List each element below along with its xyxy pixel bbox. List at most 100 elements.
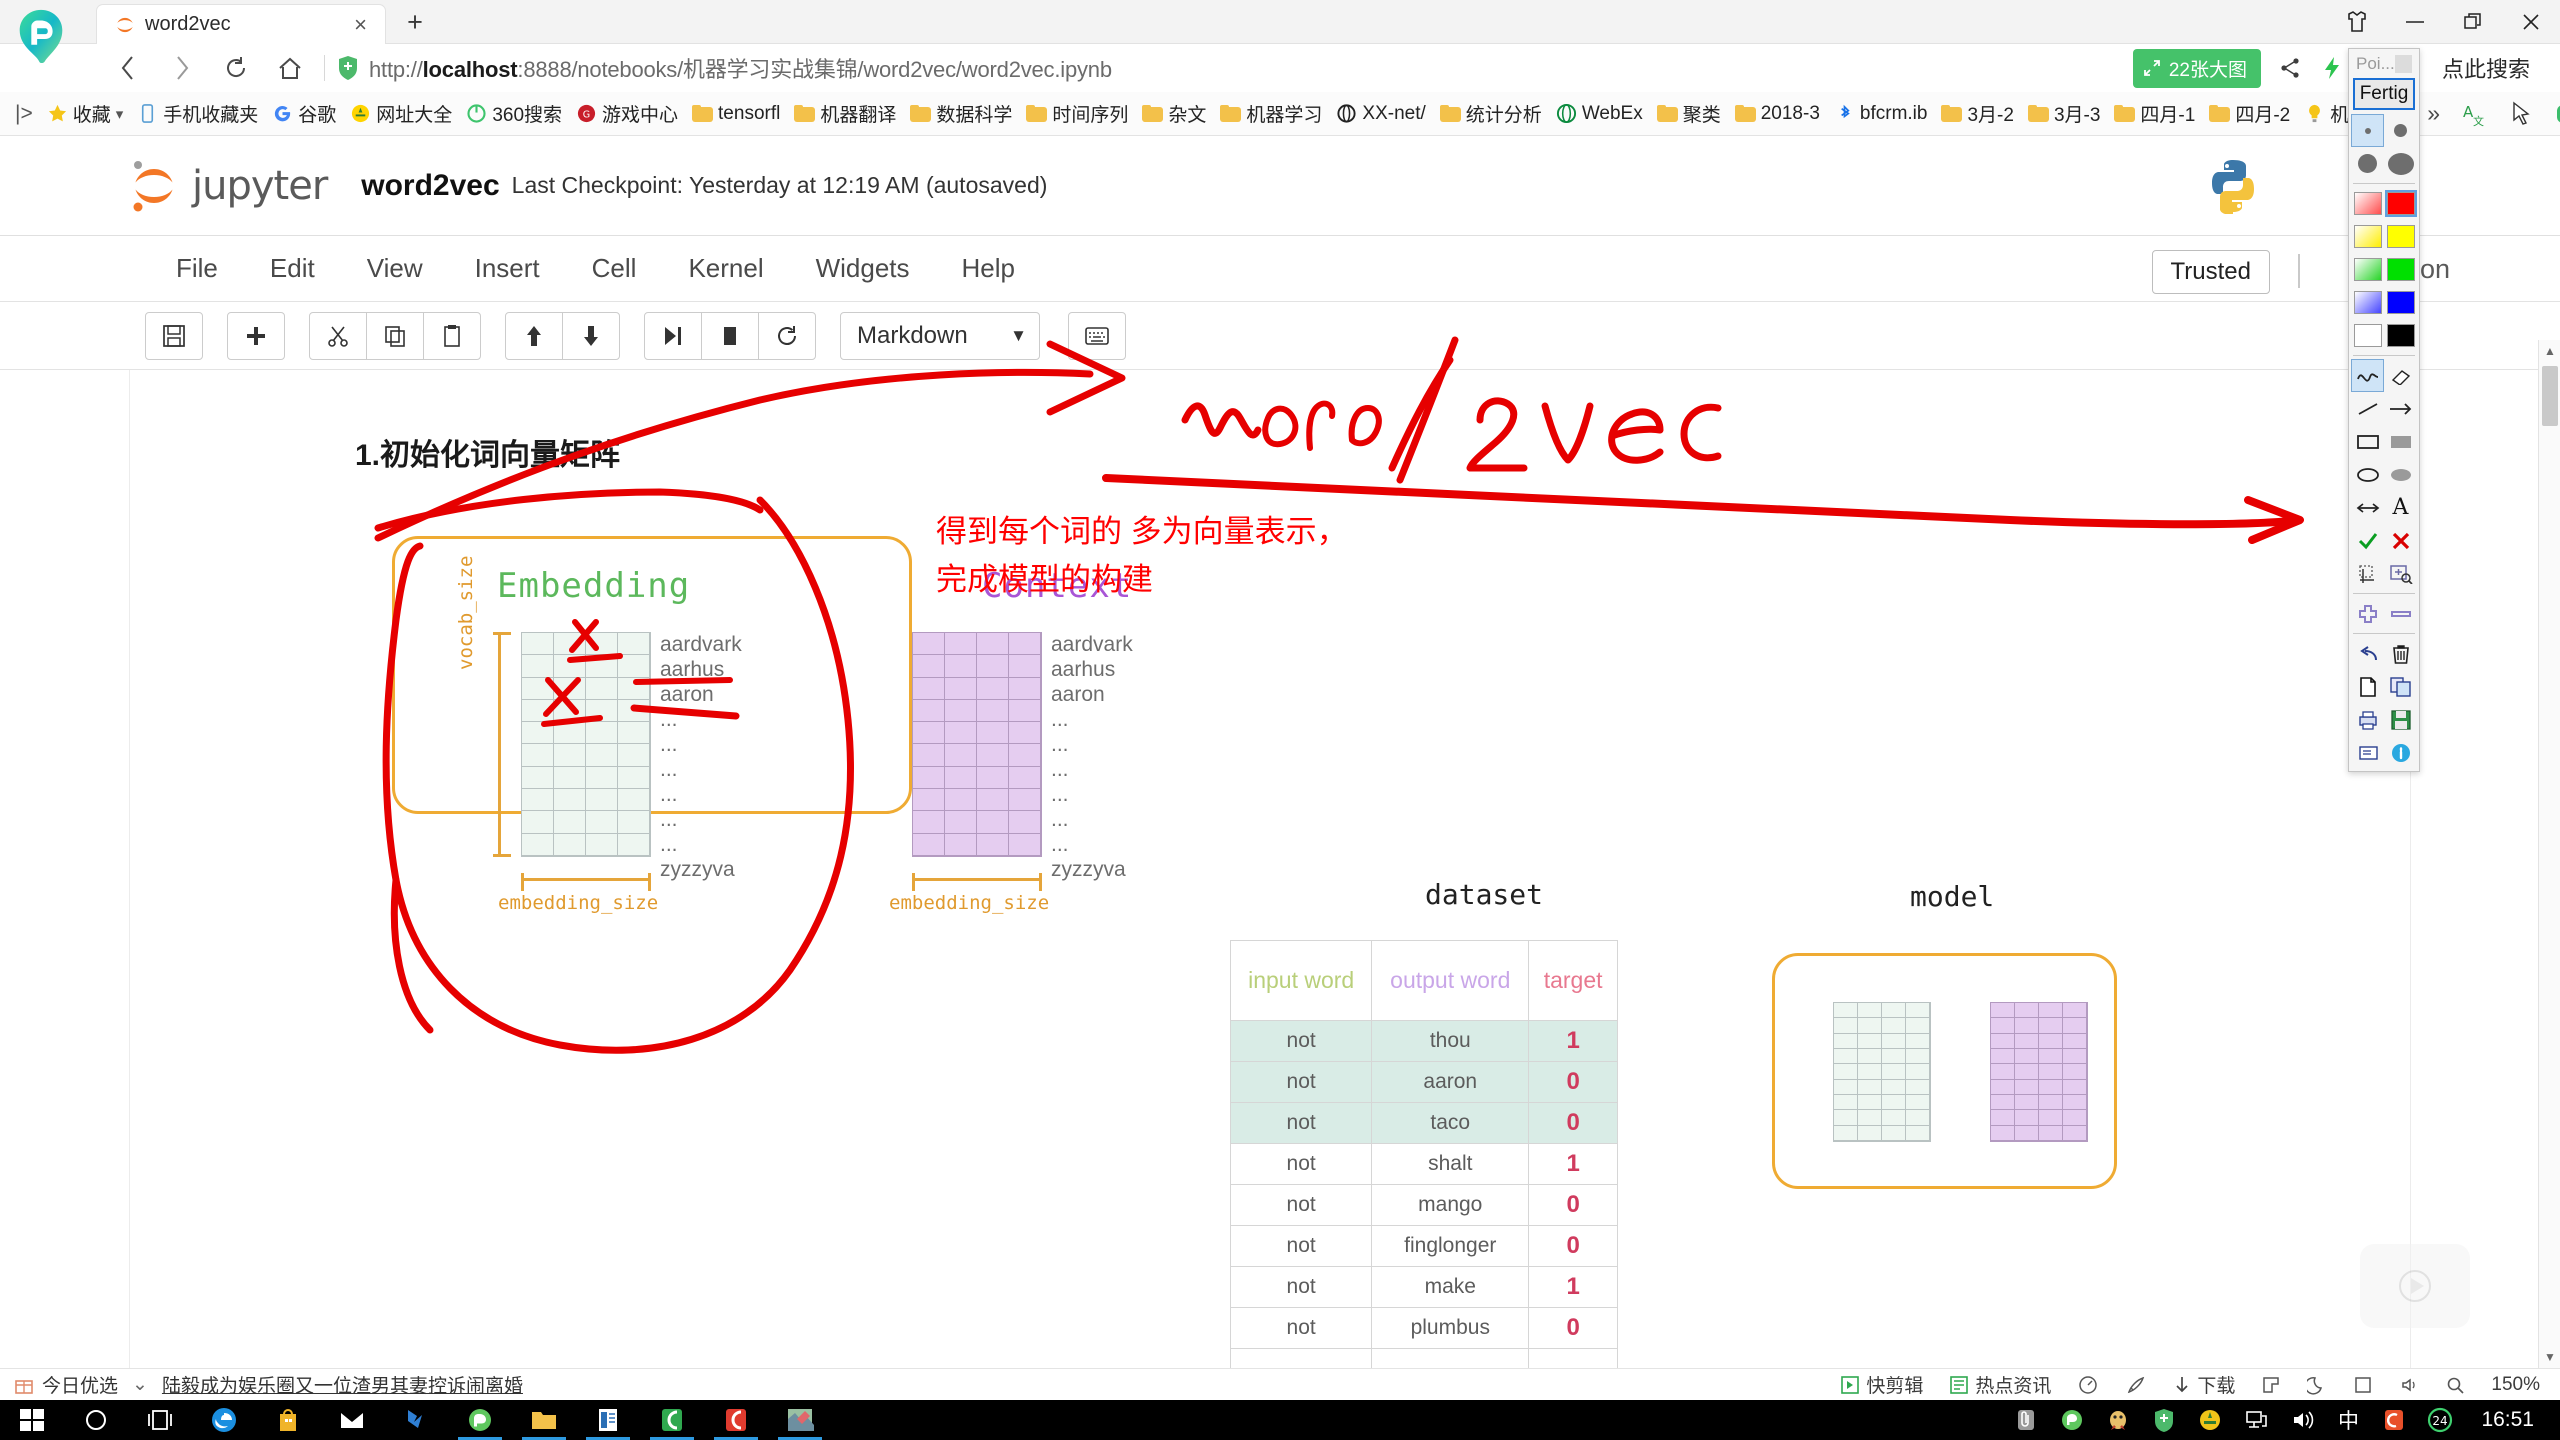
zoom-in-icon[interactable] [2351, 597, 2384, 630]
bookmark-item[interactable]: 四月-1 [2107, 97, 2202, 130]
status-item-window[interactable] [2261, 1375, 2281, 1395]
chevron-down-icon[interactable]: ▾ [116, 105, 124, 123]
bookmark-item[interactable]: 谷歌 [265, 97, 343, 130]
chrome-c-taskbar-icon[interactable] [704, 1400, 768, 1440]
close-window-button[interactable] [2502, 0, 2560, 44]
browser-tab[interactable]: word2vec × [96, 4, 386, 44]
bookmark-item[interactable]: XX-net/ [1329, 100, 1432, 128]
new-page-icon[interactable] [2351, 670, 2384, 703]
reload-button[interactable] [214, 46, 258, 90]
cell-type-select[interactable]: Markdown ▼ [840, 311, 1040, 360]
bookmark-item[interactable]: 聚类 [1650, 97, 1728, 130]
qq-tray-icon[interactable] [2097, 1400, 2139, 1440]
bookmark-item[interactable]: 机器学习 [1213, 97, 1329, 130]
menu-cell[interactable]: Cell [566, 245, 663, 292]
edge-tray-icon[interactable] [2051, 1400, 2093, 1440]
theme-shirt-icon[interactable] [2328, 0, 2386, 44]
zoom-out-icon[interactable] [2384, 597, 2417, 630]
delete-icon[interactable] [2384, 637, 2417, 670]
news-headline-link[interactable]: 陆毅成为娱乐圈又一位渣男其妻控诉闹离婚 [162, 1371, 523, 1398]
menu-help[interactable]: Help [936, 245, 1041, 292]
scroll-down-arrow-icon[interactable]: ▼ [2539, 1346, 2560, 1368]
bookmark-item[interactable]: 四月-2 [2202, 97, 2297, 130]
promo-label[interactable]: 今日优选 [42, 1371, 118, 1398]
brush-size-s-button[interactable] [2384, 114, 2417, 147]
print-icon[interactable] [2351, 703, 2384, 736]
bookmark-item[interactable]: 3月-2 [1934, 97, 2020, 130]
status-item-news[interactable]: 热点资讯 [1949, 1371, 2051, 1398]
ime-tray-icon[interactable]: 中 [2327, 1400, 2369, 1440]
share-icon[interactable] [2271, 48, 2309, 88]
line-icon[interactable] [2351, 392, 2384, 425]
cross-icon[interactable] [2384, 524, 2417, 557]
bookmark-item[interactable]: 收藏 ▾ [40, 97, 131, 130]
scroll-up-arrow-icon[interactable]: ▲ [2539, 340, 2560, 362]
close-tab-icon[interactable]: × [350, 13, 371, 36]
lightning-icon[interactable] [2313, 48, 2351, 88]
forward-button[interactable] [160, 46, 204, 90]
note-taskbar-icon[interactable] [576, 1400, 640, 1440]
search-hint-label[interactable]: 点此搜索 [2426, 52, 2546, 84]
bookmarks-expand-icon[interactable]: |> [8, 99, 40, 129]
insert-cell-button[interactable] [227, 311, 285, 360]
cursor-pointer-icon[interactable] [2502, 94, 2540, 134]
calc-taskbar-icon[interactable] [640, 1400, 704, 1440]
drawing-tool-palette[interactable]: Poi... Fertig A [2348, 48, 2420, 772]
jupyter-wordmark[interactable]: jupyter [192, 163, 328, 209]
status-item-night-mode[interactable] [2307, 1375, 2327, 1395]
360-tray-icon[interactable] [2189, 1400, 2231, 1440]
ellipse-outline-icon[interactable] [2351, 458, 2384, 491]
calendar-tray-icon[interactable]: 24 [2419, 1400, 2461, 1440]
notebook-name[interactable]: word2vec [361, 169, 499, 203]
bookmark-item[interactable]: 数据科学 [903, 97, 1019, 130]
bookmark-item[interactable]: 机器翻译 [787, 97, 903, 130]
minimize-window-button[interactable] [2386, 0, 2444, 44]
status-item-volume[interactable] [2399, 1375, 2419, 1395]
stop-kernel-button[interactable] [701, 311, 759, 360]
capture-extension-icon[interactable] [2550, 94, 2560, 134]
scrollbar-thumb[interactable] [2542, 366, 2558, 426]
bookmark-item[interactable]: 杂文 [1135, 97, 1213, 130]
color-light-yellow-swatch[interactable] [2351, 220, 2384, 253]
menu-file[interactable]: File [150, 245, 244, 292]
color-light-green-swatch[interactable] [2351, 253, 2384, 286]
bookmark-item[interactable]: 统计分析 [1433, 97, 1549, 130]
image-count-badge[interactable]: 22张大图 [2132, 48, 2261, 88]
translate-extension-icon[interactable]: A文 [2454, 94, 2492, 134]
color-red-swatch[interactable] [2384, 187, 2417, 220]
new-tab-button[interactable]: + [398, 5, 432, 39]
mail-taskbar-icon[interactable] [320, 1400, 384, 1440]
move-cell-down-button[interactable] [562, 311, 620, 360]
color-blue-swatch[interactable] [2384, 286, 2417, 319]
move-cell-up-button[interactable] [505, 311, 563, 360]
restart-kernel-button[interactable] [758, 311, 816, 360]
copy-cell-button[interactable] [366, 311, 424, 360]
sogou-tray-icon[interactable] [2373, 1400, 2415, 1440]
color-light-red-swatch[interactable] [2351, 187, 2384, 220]
volume-tray-icon[interactable] [2281, 1400, 2323, 1440]
restore-window-button[interactable] [2444, 0, 2502, 44]
text-icon[interactable]: A [2384, 491, 2417, 524]
bookmark-item[interactable]: G 游戏中心 [569, 97, 685, 130]
floating-video-player[interactable] [2360, 1244, 2470, 1328]
paste-cell-button[interactable] [423, 311, 481, 360]
status-item-search[interactable] [2445, 1375, 2465, 1395]
save-button[interactable] [145, 311, 203, 360]
rectangle-outline-icon[interactable] [2351, 425, 2384, 458]
cortana-search-button[interactable] [64, 1400, 128, 1440]
check-icon[interactable] [2351, 524, 2384, 557]
clip-tray-icon[interactable] [2005, 1400, 2047, 1440]
menu-kernel[interactable]: Kernel [662, 245, 789, 292]
start-button[interactable] [0, 1400, 64, 1440]
menu-insert[interactable]: Insert [449, 245, 566, 292]
network-tray-icon[interactable] [2235, 1400, 2277, 1440]
note-icon[interactable] [2351, 736, 2384, 769]
color-white-swatch[interactable] [2351, 319, 2384, 352]
bookmark-item[interactable]: bfcrm.ib [1827, 100, 1935, 128]
brush-size-xs-button[interactable] [2351, 114, 2384, 147]
menu-widgets[interactable]: Widgets [790, 245, 936, 292]
eraser-icon[interactable] [2384, 359, 2417, 392]
keyboard-shortcuts-button[interactable] [1068, 311, 1126, 360]
color-yellow-swatch[interactable] [2384, 220, 2417, 253]
taskbar-clock[interactable]: 16:51 [2465, 1408, 2550, 1432]
